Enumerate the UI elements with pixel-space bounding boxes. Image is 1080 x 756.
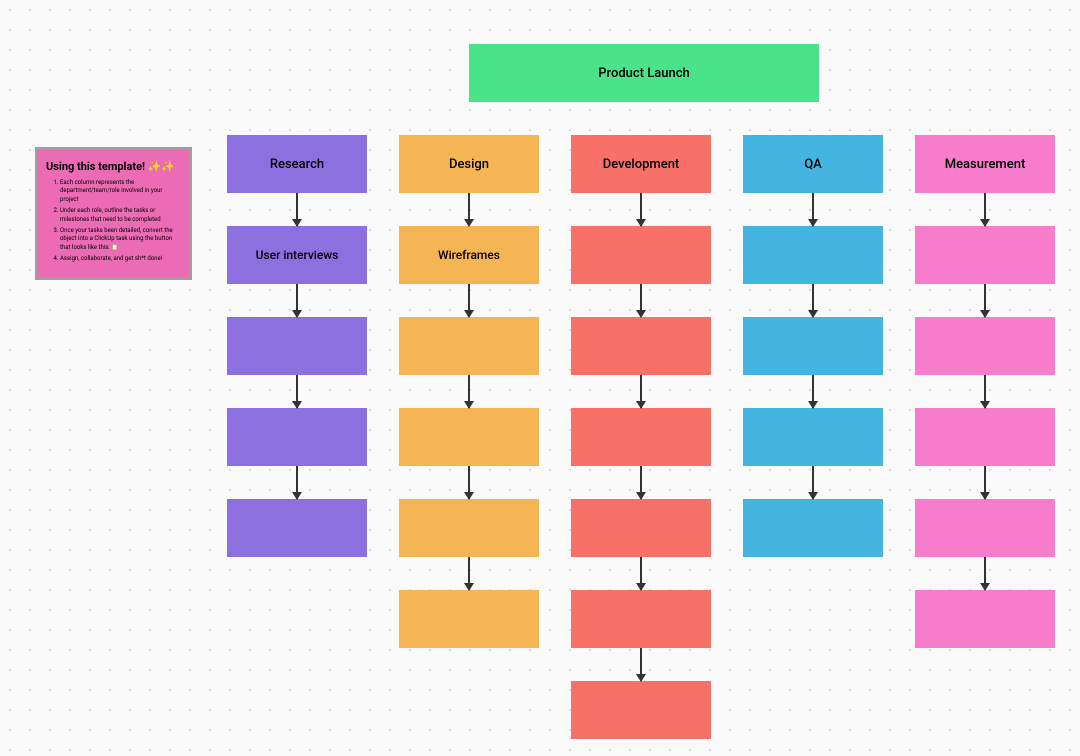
column-header-label: Research (270, 157, 324, 172)
task-box[interactable] (399, 499, 539, 557)
arrow-down-icon (296, 466, 298, 499)
arrow-down-icon (984, 284, 986, 317)
arrow-down-icon (984, 375, 986, 408)
task-box[interactable] (399, 317, 539, 375)
arrow-down-icon (640, 557, 642, 590)
title-label: Product Launch (598, 66, 690, 81)
task-box[interactable] (571, 681, 711, 739)
task-box[interactable] (227, 499, 367, 557)
task-box[interactable] (571, 408, 711, 466)
column-header[interactable]: Design (399, 135, 539, 193)
column-header[interactable]: Measurement (915, 135, 1055, 193)
arrow-down-icon (984, 557, 986, 590)
column-measurement: Measurement (915, 135, 1055, 648)
arrow-down-icon (640, 375, 642, 408)
task-box[interactable] (571, 317, 711, 375)
help-item: Assign, collaborate, and get sh*t done! (60, 255, 181, 263)
arrow-down-icon (468, 193, 470, 226)
column-development: Development (571, 135, 711, 739)
task-box[interactable] (915, 408, 1055, 466)
task-box[interactable] (399, 590, 539, 648)
task-box[interactable] (743, 408, 883, 466)
task-box[interactable] (743, 499, 883, 557)
help-item: Under each role, outline the tasks or mi… (60, 207, 181, 224)
column-header-label: Measurement (945, 157, 1026, 172)
column-header[interactable]: Development (571, 135, 711, 193)
task-box[interactable] (915, 590, 1055, 648)
column-header-label: Development (603, 157, 680, 172)
arrow-down-icon (468, 284, 470, 317)
task-box[interactable] (915, 499, 1055, 557)
column-header-label: QA (804, 157, 822, 172)
task-box[interactable] (399, 408, 539, 466)
task-box[interactable] (915, 226, 1055, 284)
help-card[interactable]: Using this template! ✨✨ Each column repr… (35, 147, 192, 280)
task-box[interactable] (571, 226, 711, 284)
arrow-down-icon (812, 284, 814, 317)
arrow-down-icon (468, 466, 470, 499)
task-box[interactable]: User interviews (227, 226, 367, 284)
task-box[interactable] (571, 590, 711, 648)
task-label: User interviews (256, 248, 339, 262)
task-box[interactable] (227, 317, 367, 375)
task-box[interactable] (227, 408, 367, 466)
column-qa: QA (743, 135, 883, 557)
arrow-down-icon (640, 648, 642, 681)
arrow-down-icon (640, 193, 642, 226)
column-header[interactable]: QA (743, 135, 883, 193)
arrow-down-icon (812, 466, 814, 499)
column-header-label: Design (449, 157, 489, 172)
arrow-down-icon (468, 557, 470, 590)
arrow-down-icon (812, 375, 814, 408)
arrow-down-icon (984, 193, 986, 226)
help-item: Each column represents the department/te… (60, 179, 181, 204)
help-item: Once your tasks been detailed, convert t… (60, 227, 181, 252)
arrow-down-icon (296, 284, 298, 317)
arrow-down-icon (640, 284, 642, 317)
arrow-down-icon (640, 466, 642, 499)
arrow-down-icon (984, 466, 986, 499)
task-box[interactable] (743, 317, 883, 375)
arrow-down-icon (812, 193, 814, 226)
title-box[interactable]: Product Launch (469, 44, 819, 102)
help-list: Each column represents the department/te… (46, 179, 181, 264)
task-box[interactable] (743, 226, 883, 284)
column-header[interactable]: Research (227, 135, 367, 193)
arrow-down-icon (468, 375, 470, 408)
arrow-down-icon (296, 375, 298, 408)
task-box[interactable] (915, 317, 1055, 375)
task-label: Wireframes (438, 248, 500, 262)
task-box[interactable] (571, 499, 711, 557)
column-research: Research User interviews (227, 135, 367, 557)
column-design: Design Wireframes (399, 135, 539, 648)
arrow-down-icon (296, 193, 298, 226)
help-title: Using this template! ✨✨ (46, 160, 181, 173)
task-box[interactable]: Wireframes (399, 226, 539, 284)
